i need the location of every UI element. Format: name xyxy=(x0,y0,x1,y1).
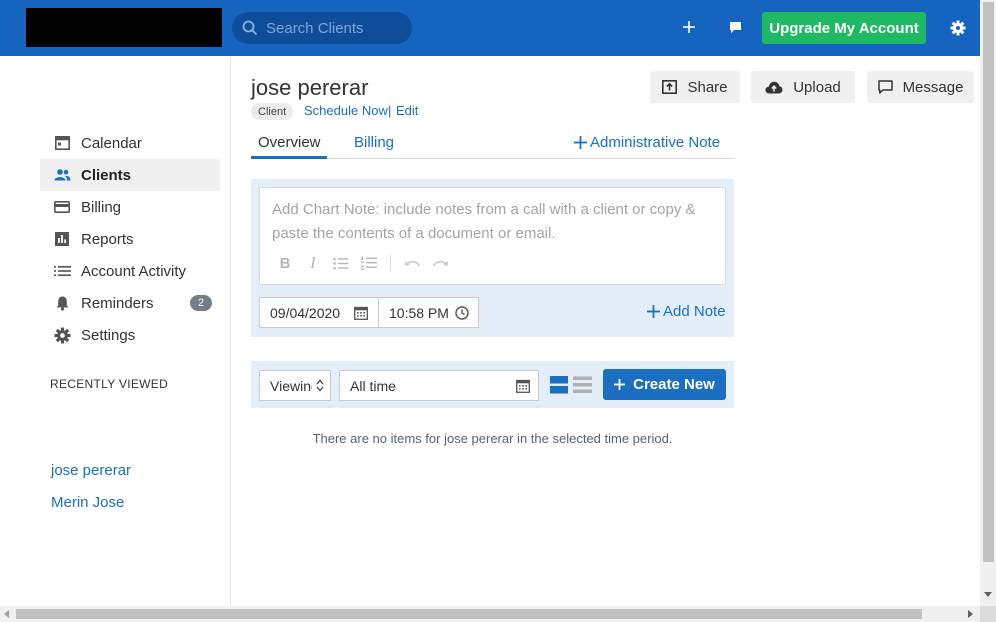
note-date-value: 09/04/2020 xyxy=(270,304,341,321)
add-icon[interactable] xyxy=(678,16,700,38)
sidebar-nav: Calendar Clients Billing Reports Account… xyxy=(40,127,220,351)
toolbar-divider xyxy=(390,255,391,271)
tab-overview[interactable]: Overview xyxy=(258,134,321,151)
bullet-list-icon[interactable] xyxy=(332,254,350,272)
numbered-list-icon[interactable] xyxy=(360,254,378,272)
gear-icon[interactable] xyxy=(947,17,969,39)
redo-icon[interactable] xyxy=(431,254,449,272)
sidebar-item-calendar[interactable]: Calendar xyxy=(40,127,220,159)
edit-link[interactable]: Edit xyxy=(396,103,418,118)
upload-label: Upload xyxy=(793,78,841,96)
sidebar-item-label: Reminders xyxy=(81,294,154,312)
time-range-input[interactable]: All time xyxy=(339,370,539,401)
italic-icon[interactable]: I xyxy=(304,253,322,272)
administrative-note-label: Administrative Note xyxy=(590,134,721,151)
sidebar-item-label: Calendar xyxy=(81,134,142,152)
list-view-icon[interactable] xyxy=(573,376,592,394)
search-input[interactable] xyxy=(266,19,406,37)
billing-icon xyxy=(53,198,71,216)
empty-state-message: There are no items for jose pererar in t… xyxy=(312,431,673,446)
upload-button[interactable]: Upload xyxy=(751,71,855,103)
vertical-scrollbar-thumb[interactable] xyxy=(983,2,994,562)
logo[interactable] xyxy=(26,8,222,47)
cloud-upload-icon xyxy=(765,81,783,93)
top-bar: Upgrade My Account xyxy=(0,0,980,56)
plus-icon xyxy=(614,379,626,390)
reports-icon xyxy=(53,230,71,248)
scroll-down-arrow-icon[interactable] xyxy=(984,592,992,597)
clock-icon[interactable] xyxy=(455,306,469,320)
add-note-label: Add Note xyxy=(663,303,726,320)
search-box[interactable] xyxy=(232,12,412,44)
administrative-note-button[interactable]: Administrative Note xyxy=(574,134,720,151)
scrollbar-corner xyxy=(980,606,996,622)
sidebar-item-account-activity[interactable]: Account Activity xyxy=(40,255,220,287)
active-tab-indicator xyxy=(251,156,327,159)
horizontal-scrollbar-thumb[interactable] xyxy=(16,609,922,619)
message-button[interactable]: Message xyxy=(867,71,974,103)
chart-note-placeholder: Add Chart Note: include notes from a cal… xyxy=(272,201,696,242)
sidebar-item-settings[interactable]: Settings xyxy=(40,319,220,351)
bold-icon[interactable]: B xyxy=(276,254,294,272)
create-new-label: Create New xyxy=(633,376,715,393)
horizontal-scrollbar[interactable] xyxy=(0,606,980,622)
link-separator: | xyxy=(388,103,392,118)
chart-note-panel: Add Chart Note: include notes from a cal… xyxy=(251,179,734,337)
gear-icon xyxy=(53,326,71,344)
card-view-icon[interactable] xyxy=(550,376,568,394)
scroll-left-arrow-icon[interactable] xyxy=(4,610,9,618)
filter-bar: Viewing All time Create New xyxy=(251,361,734,408)
sidebar-item-label: Account Activity xyxy=(81,262,187,280)
sidebar-item-label: Reports xyxy=(81,230,134,248)
list-icon xyxy=(53,262,71,280)
sidebar-item-clients[interactable]: Clients xyxy=(40,159,220,191)
sidebar-item-label: Clients xyxy=(81,166,132,184)
recently-viewed-heading: RECENTLY VIEWED xyxy=(50,377,169,391)
calendar-icon xyxy=(53,134,71,152)
scroll-right-arrow-icon[interactable] xyxy=(968,610,973,618)
editor-toolbar: B I xyxy=(276,253,449,272)
sidebar-item-reports[interactable]: Reports xyxy=(40,223,220,255)
chevron-updown-icon xyxy=(316,379,324,392)
recent-client-link[interactable]: Merin Jose xyxy=(51,494,124,511)
bell-icon xyxy=(53,294,71,312)
add-note-button[interactable]: Add Note xyxy=(647,303,726,320)
clients-icon xyxy=(53,166,71,184)
viewing-select-value: Viewing xyxy=(270,377,312,394)
plus-icon xyxy=(647,305,660,318)
page-title: jose pererar xyxy=(251,75,369,100)
message-label: Message xyxy=(902,78,964,96)
message-icon xyxy=(877,80,893,94)
note-time-value: 10:58 PM xyxy=(389,304,449,321)
search-icon xyxy=(242,20,258,36)
sidebar-item-label: Billing xyxy=(81,198,122,216)
schedule-now-link[interactable]: Schedule Now xyxy=(304,103,388,118)
chart-note-editor[interactable]: Add Chart Note: include notes from a cal… xyxy=(259,187,726,285)
note-date-input[interactable]: 09/04/2020 xyxy=(259,297,379,328)
client-tabs: Overview Billing Administrative Note xyxy=(251,131,734,159)
create-new-button[interactable]: Create New xyxy=(603,369,726,400)
client-type-badge: Client xyxy=(251,103,294,120)
share-icon xyxy=(662,80,678,94)
viewing-select[interactable]: Viewing xyxy=(259,370,331,401)
undo-icon[interactable] xyxy=(403,254,421,272)
share-button[interactable]: Share xyxy=(650,71,740,103)
time-range-value: All time xyxy=(350,377,396,394)
reminders-count-badge: 2 xyxy=(190,295,212,311)
calendar-icon[interactable] xyxy=(516,379,530,393)
chat-icon[interactable] xyxy=(724,16,746,38)
sidebar-item-label: Settings xyxy=(81,326,136,344)
recent-client-link[interactable]: jose pererar xyxy=(51,462,131,479)
upgrade-button[interactable]: Upgrade My Account xyxy=(762,12,926,44)
calendar-icon[interactable] xyxy=(354,306,368,320)
vertical-scrollbar[interactable] xyxy=(980,0,996,606)
sidebar-item-reminders[interactable]: Reminders 2 xyxy=(40,287,220,319)
tab-billing[interactable]: Billing xyxy=(354,134,394,151)
plus-icon xyxy=(574,136,587,149)
sidebar-item-billing[interactable]: Billing xyxy=(40,191,220,223)
note-time-input[interactable]: 10:58 PM xyxy=(378,297,479,328)
share-label: Share xyxy=(687,78,728,96)
